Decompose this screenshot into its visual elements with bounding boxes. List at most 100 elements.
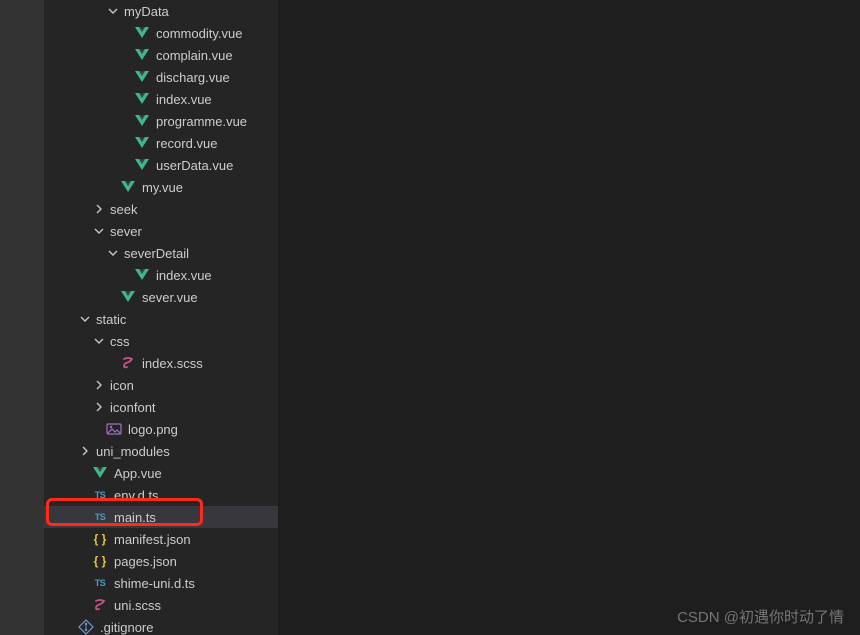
chevron-spacer — [106, 356, 120, 370]
chevron-right-icon[interactable] — [92, 202, 106, 216]
chevron-down-icon[interactable] — [78, 312, 92, 326]
chevron-spacer — [106, 290, 120, 304]
json-icon: { } — [92, 553, 108, 569]
tree-item-label: my.vue — [142, 180, 183, 195]
file-item[interactable]: index.vue — [44, 264, 278, 286]
file-item[interactable]: TSshime-uni.d.ts — [44, 572, 278, 594]
vue-icon — [134, 267, 150, 283]
vue-icon — [134, 25, 150, 41]
scss-icon — [120, 355, 136, 371]
tree-item-label: pages.json — [114, 554, 177, 569]
chevron-spacer — [78, 598, 92, 612]
tree-item-label: css — [110, 334, 130, 349]
chevron-spacer — [120, 48, 134, 62]
folder-item[interactable]: static — [44, 308, 278, 330]
activity-bar[interactable] — [0, 0, 44, 635]
file-item[interactable]: uni.scss — [44, 594, 278, 616]
folder-item[interactable]: myData — [44, 0, 278, 22]
file-item[interactable]: my.vue — [44, 176, 278, 198]
vue-icon — [134, 91, 150, 107]
vue-icon — [134, 157, 150, 173]
folder-item[interactable]: css — [44, 330, 278, 352]
chevron-spacer — [64, 620, 78, 634]
vue-icon — [134, 69, 150, 85]
file-item[interactable]: sever.vue — [44, 286, 278, 308]
chevron-right-icon[interactable] — [92, 378, 106, 392]
chevron-spacer — [120, 268, 134, 282]
file-tree: myData commodity.vue complain.vue discharg.… — [44, 0, 278, 635]
image-icon — [106, 421, 122, 437]
folder-item[interactable]: sever — [44, 220, 278, 242]
chevron-spacer — [120, 136, 134, 150]
tree-item-label: userData.vue — [156, 158, 233, 173]
chevron-spacer — [106, 180, 120, 194]
chevron-spacer — [78, 488, 92, 502]
tree-item-label: commodity.vue — [156, 26, 242, 41]
tree-item-label: shime-uni.d.ts — [114, 576, 195, 591]
chevron-spacer — [120, 92, 134, 106]
tree-item-label: severDetail — [124, 246, 189, 261]
tree-item-label: iconfont — [110, 400, 156, 415]
tree-item-label: programme.vue — [156, 114, 247, 129]
tree-item-label: uni.scss — [114, 598, 161, 613]
editor-area — [278, 0, 860, 635]
file-item[interactable]: TSmain.ts — [44, 506, 278, 528]
file-item[interactable]: .gitignore — [44, 616, 278, 635]
file-item[interactable]: userData.vue — [44, 154, 278, 176]
vue-icon — [92, 465, 108, 481]
file-item[interactable]: index.scss — [44, 352, 278, 374]
folder-item[interactable]: seek — [44, 198, 278, 220]
file-item[interactable]: { } pages.json — [44, 550, 278, 572]
git-icon — [78, 619, 94, 635]
tree-item-label: sever.vue — [142, 290, 198, 305]
file-explorer: myData commodity.vue complain.vue discharg.… — [44, 0, 278, 635]
chevron-right-icon[interactable] — [92, 400, 106, 414]
chevron-down-icon[interactable] — [92, 224, 106, 238]
json-icon: { } — [92, 531, 108, 547]
tree-item-label: index.scss — [142, 356, 203, 371]
folder-item[interactable]: uni_modules — [44, 440, 278, 462]
file-item[interactable]: commodity.vue — [44, 22, 278, 44]
tree-item-label: logo.png — [128, 422, 178, 437]
file-item[interactable]: complain.vue — [44, 44, 278, 66]
tree-item-label: discharg.vue — [156, 70, 230, 85]
tree-item-label: sever — [110, 224, 142, 239]
file-item[interactable]: index.vue — [44, 88, 278, 110]
file-item[interactable]: discharg.vue — [44, 66, 278, 88]
tree-item-label: index.vue — [156, 268, 212, 283]
tree-item-label: env.d.ts — [114, 488, 159, 503]
chevron-down-icon[interactable] — [92, 334, 106, 348]
chevron-spacer — [120, 70, 134, 84]
folder-item[interactable]: iconfont — [44, 396, 278, 418]
chevron-spacer — [78, 532, 92, 546]
tree-item-label: myData — [124, 4, 169, 19]
file-item[interactable]: programme.vue — [44, 110, 278, 132]
folder-item[interactable]: severDetail — [44, 242, 278, 264]
file-item[interactable]: record.vue — [44, 132, 278, 154]
file-item[interactable]: logo.png — [44, 418, 278, 440]
chevron-spacer — [78, 466, 92, 480]
tree-item-label: .gitignore — [100, 620, 153, 635]
tree-item-label: App.vue — [114, 466, 162, 481]
file-item[interactable]: { }manifest.json — [44, 528, 278, 550]
chevron-down-icon[interactable] — [106, 246, 120, 260]
chevron-spacer — [120, 26, 134, 40]
chevron-spacer — [120, 158, 134, 172]
ts-icon: TS — [92, 487, 108, 503]
vue-icon — [134, 135, 150, 151]
tree-item-label: complain.vue — [156, 48, 233, 63]
file-item[interactable]: App.vue — [44, 462, 278, 484]
chevron-down-icon[interactable] — [106, 4, 120, 18]
vue-icon — [120, 179, 136, 195]
tree-item-label: record.vue — [156, 136, 217, 151]
tree-item-label: static — [96, 312, 126, 327]
vue-icon — [134, 113, 150, 129]
tree-item-label: icon — [110, 378, 134, 393]
chevron-right-icon[interactable] — [78, 444, 92, 458]
file-item[interactable]: TS env.d.ts — [44, 484, 278, 506]
vue-icon — [134, 47, 150, 63]
chevron-spacer — [78, 554, 92, 568]
folder-item[interactable]: icon — [44, 374, 278, 396]
chevron-spacer — [78, 576, 92, 590]
tree-item-label: seek — [110, 202, 137, 217]
